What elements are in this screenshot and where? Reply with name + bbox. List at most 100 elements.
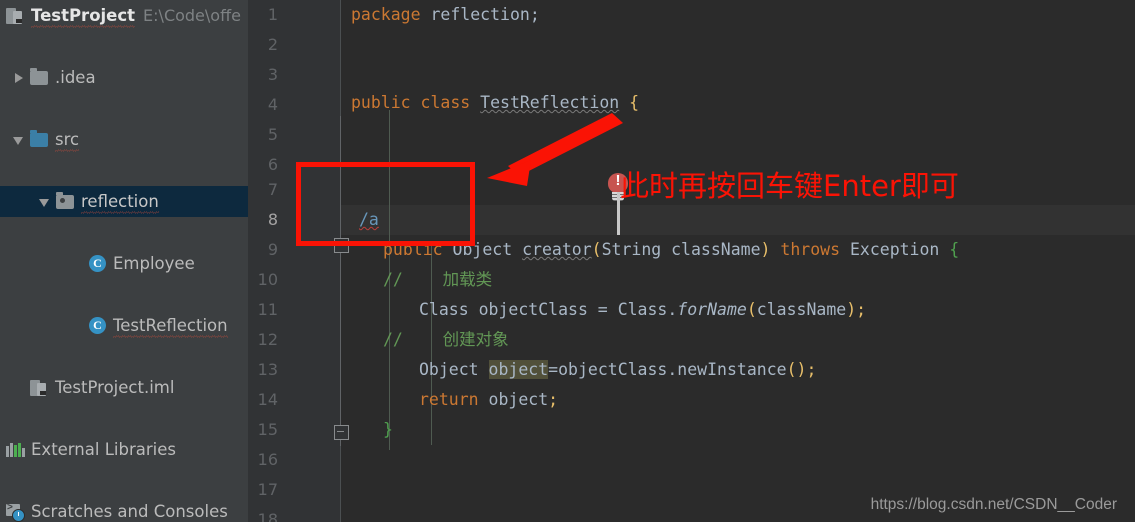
line-number: 18 (257, 510, 278, 522)
libraries-icon (6, 441, 25, 458)
tree-item-employee[interactable]: C Employee (0, 248, 248, 279)
line-number: 9 (267, 240, 278, 259)
folder-source-icon (30, 130, 49, 148)
chevron-down-icon[interactable] (38, 195, 52, 209)
code-line-1: package reflection; (351, 0, 540, 30)
paren-close: ) (760, 240, 771, 259)
line-number: 2 (267, 35, 278, 54)
exception-type: Exception (849, 240, 940, 259)
line-number: 11 (257, 300, 278, 319)
open-brace: { (619, 93, 640, 112)
tree-item-label: reflection (81, 191, 159, 214)
tree-item-idea[interactable]: .idea (0, 62, 248, 93)
return-type-object: Object (442, 240, 523, 259)
close-brace: } (383, 420, 393, 439)
semicolon: ; (548, 390, 559, 409)
chevron-right-icon[interactable] (12, 71, 26, 85)
semicolon: ; (856, 300, 867, 319)
line-number: 17 (257, 480, 278, 499)
line-number: 15 (257, 420, 278, 439)
folder-package-icon (56, 192, 75, 210)
project-path: E:\Code\offe (143, 6, 241, 25)
code-line-15: } (383, 415, 393, 445)
tree-item-external-libraries[interactable]: External Libraries (0, 434, 248, 465)
code-line-4: public class TestReflection { (351, 88, 639, 118)
package-name: reflection; (420, 5, 540, 24)
keyword-return: return (419, 390, 479, 409)
class-assignment: Class objectClass = (419, 300, 618, 319)
method-newinstance: newInstance (677, 360, 787, 379)
line-number: 1 (267, 5, 278, 24)
tree-item-iml-file[interactable]: TestProject.iml (0, 372, 248, 403)
class-ref: Class. (617, 300, 678, 319)
line-number: 12 (257, 330, 278, 349)
paren-open: ( (746, 300, 757, 319)
line-number: 3 (267, 65, 278, 84)
keyword-public: public (383, 240, 443, 259)
method-forname: forName (677, 300, 747, 319)
module-icon (6, 7, 25, 24)
keyword-throws: throws (770, 240, 850, 259)
code-line-12: // 创建对象 (383, 325, 509, 355)
open-brace: { (939, 240, 960, 259)
java-class-icon: C (88, 317, 107, 334)
code-content[interactable]: package reflection; public class TestRef… (341, 0, 1135, 522)
code-line-11: Class objectClass = Class.forName(classN… (419, 295, 866, 325)
project-tool-window[interactable]: TestProject E:\Code\offe .idea src refle… (0, 0, 248, 522)
paren-close: ) (846, 300, 857, 319)
tree-item-reflection[interactable]: reflection (0, 186, 248, 217)
method-param: String classNam (601, 240, 751, 259)
text-caret (617, 192, 620, 235)
ide-window: TestProject E:\Code\offe .idea src refle… (0, 0, 1135, 522)
tree-item-label: Employee (113, 253, 195, 273)
typed-slash-a: /a (359, 210, 379, 229)
line-number: 5 (267, 125, 278, 144)
keyword-package: package (351, 5, 421, 24)
code-line-9: public Object creator(String className) … (383, 235, 959, 265)
tree-item-label: External Libraries (31, 439, 176, 459)
tree-item-label: .idea (55, 67, 96, 87)
class-name-testreflection: TestReflection (480, 93, 620, 112)
java-class-icon: C (88, 255, 107, 272)
scratches-icon (6, 502, 25, 522)
identifier-object-highlighted: object (488, 360, 549, 379)
tree-item-label: TestProject.iml (55, 377, 175, 397)
arg-classname: className (756, 300, 847, 319)
code-line-10: // 加载类 (383, 265, 492, 295)
tree-item-testreflection[interactable]: C TestReflection (0, 310, 248, 341)
iml-file-icon (30, 379, 49, 396)
parens: () (786, 360, 807, 379)
chevron-down-icon[interactable] (12, 133, 26, 147)
line-number: 4 (267, 95, 278, 114)
tree-item-testproject[interactable]: TestProject E:\Code\offe (0, 0, 248, 31)
paren-open: ( (591, 240, 602, 259)
comment-load-class: // 加载类 (383, 270, 493, 289)
folder-gray-icon (30, 68, 49, 86)
line-number: 14 (257, 390, 278, 409)
tree-item-label: TestProject (31, 5, 136, 28)
tree-item-scratches[interactable]: Scratches and Consoles (0, 496, 248, 522)
line-number: 7 (267, 180, 278, 199)
editor-gutter[interactable]: 1 2 3 4 5 6 7 8 9 10 11 12 13 14 15 16 1… (248, 0, 349, 522)
code-line-8-typed-text: /a (359, 205, 379, 235)
code-line-13: Object object=objectClass.newInstance(); (419, 355, 816, 385)
type-object: Object (419, 360, 489, 379)
semicolon: ; (806, 360, 817, 379)
code-line-14: return object; (419, 385, 558, 415)
method-name-creator: creator (522, 240, 592, 259)
comment-create-object: // 创建对象 (383, 330, 509, 349)
line-number: 10 (257, 270, 278, 289)
tree-item-label: Scratches and Consoles (31, 501, 228, 521)
tree-item-label: src (55, 129, 80, 152)
bulb-glass (608, 172, 628, 193)
line-number: 13 (257, 360, 278, 379)
code-editor[interactable]: 1 2 3 4 5 6 7 8 9 10 11 12 13 14 15 16 1… (248, 0, 1135, 522)
line-number-current: 8 (267, 210, 278, 229)
keyword-public-class: public class (351, 93, 481, 112)
return-value: object (478, 390, 549, 409)
tree-item-label: TestReflection (113, 315, 228, 338)
method-param-end: e (750, 240, 761, 259)
line-number: 16 (257, 450, 278, 469)
tree-item-src[interactable]: src (0, 124, 248, 155)
assignment-expression: =objectClass. (548, 360, 678, 379)
